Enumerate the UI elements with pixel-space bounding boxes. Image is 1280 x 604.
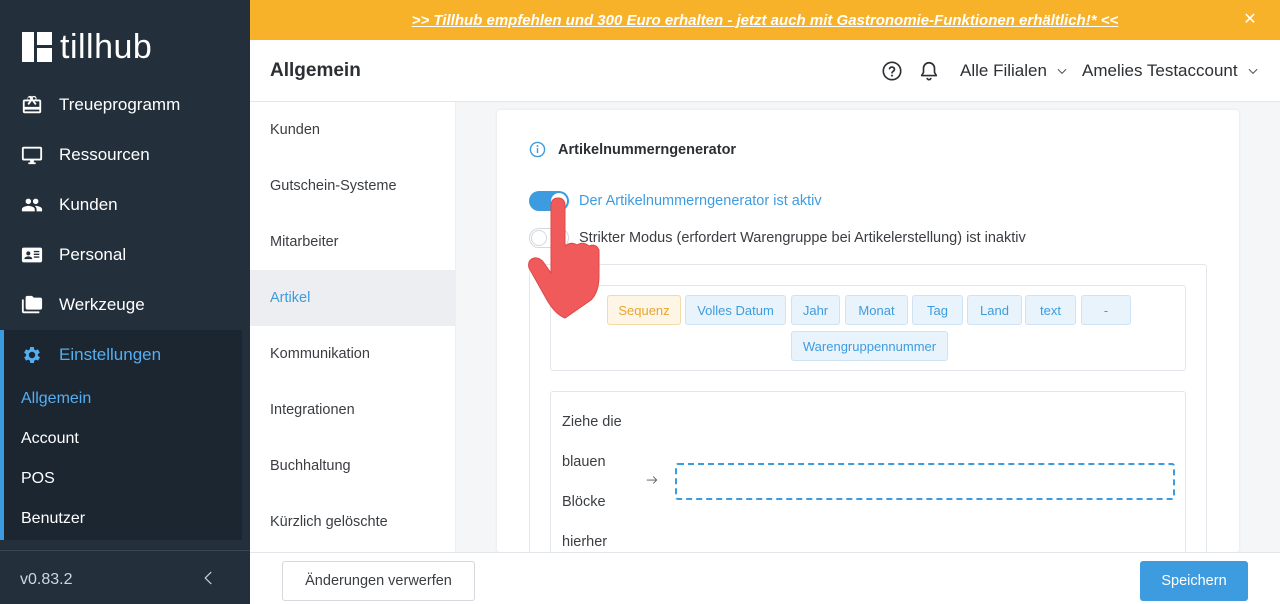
info-icon [529,141,546,158]
pointer-hand-icon [525,196,605,320]
subnav-item-kunden[interactable]: Kunden [250,102,456,158]
folder-icon [20,293,44,317]
sidebar-item-einstellungen[interactable]: Einstellungen [0,330,242,380]
action-footer: Änderungen verwerfen Speichern [250,552,1280,604]
article-number-generator-card: Artikelnummerngenerator Der Artikelnumme… [497,110,1239,564]
account-dropdown-label: Amelies Testaccount [1082,61,1238,80]
promo-banner: >> Tillhub empfehlen und 300 Euro erhalt… [250,0,1280,40]
drop-hint-line: hierher [562,534,608,550]
page-title: Allgemein [270,60,361,81]
branch-dropdown[interactable]: Alle Filialen [960,61,1069,81]
sidebar-item-label: Einstellungen [59,345,162,364]
block-volles-datum[interactable]: Volles Datum [685,295,786,325]
subnav-item-integrationen[interactable]: Integrationen [250,382,456,438]
sidebar-subitem-benutzer[interactable]: Benutzer [21,510,85,528]
version-label: v0.83.2 [20,571,73,588]
sidebar-subitem-pos[interactable]: POS [21,470,55,488]
logo-text: tillhub [60,28,153,66]
block-warengruppennummer[interactable]: Warengruppennummer [791,331,948,361]
drop-hint-line: Blöcke [562,494,606,510]
subnav-item-kuerzlich-geloeschte[interactable]: Kürzlich gelöschte [250,494,456,550]
available-blocks: Sequenz Volles Datum Jahr Monat Tag Land… [550,285,1186,371]
sidebar-footer: v0.83.2 [0,550,250,604]
drop-hint-line: blauen [562,454,606,470]
subnav-item-gutschein-systeme[interactable]: Gutschein-Systeme [250,158,456,214]
sidebar-item-ressourcen[interactable]: Ressourcen [0,130,242,180]
subnav-item-artikel[interactable]: Artikel [250,270,456,326]
save-button[interactable]: Speichern [1140,561,1248,601]
drop-area: Ziehe die blauen Blöcke hierher [550,391,1186,561]
block-land[interactable]: Land [967,295,1022,325]
page-header: Allgemein Alle Filialen Amelies Testacco… [250,40,1280,102]
bell-icon[interactable] [918,60,940,82]
sidebar: tillhub Treueprogramm Ressourcen Kunden … [0,0,250,604]
generator-active-label: Der Artikelnummerngenerator ist aktiv [579,193,822,209]
block-dash[interactable]: - [1081,295,1131,325]
chevron-down-icon [1057,68,1067,75]
tillhub-logo[interactable]: tillhub [22,30,152,64]
block-text[interactable]: text [1025,295,1076,325]
branch-dropdown-label: Alle Filialen [960,61,1047,80]
sidebar-item-label: Personal [59,245,127,264]
close-icon[interactable]: ✕ [1240,10,1260,30]
settings-subnav: Kunden Gutschein-Systeme Mitarbeiter Art… [250,102,456,552]
block-jahr[interactable]: Jahr [791,295,840,325]
logo-mark-icon [22,32,52,62]
sidebar-item-kunden[interactable]: Kunden [0,180,242,230]
discard-changes-button[interactable]: Änderungen verwerfen [282,561,475,601]
arrow-right-icon [645,473,659,487]
section-title: Artikelnummerngenerator [529,141,736,158]
sidebar-item-treueprogramm[interactable]: Treueprogramm [0,80,242,130]
sidebar-item-werkzeuge[interactable]: Werkzeuge [0,280,242,330]
account-dropdown[interactable]: Amelies Testaccount [1082,61,1260,81]
sidebar-item-label: Ressourcen [59,145,150,164]
chevron-left-icon[interactable] [200,569,220,589]
sidebar-subitem-allgemein[interactable]: Allgemein [21,390,91,408]
block-tag[interactable]: Tag [912,295,963,325]
subnav-item-mitarbeiter[interactable]: Mitarbeiter [250,214,456,270]
drop-hint-line: Ziehe die [562,414,622,430]
gift-card-icon [20,93,44,117]
sidebar-item-label: Treueprogramm [59,95,181,114]
sidebar-subitem-account[interactable]: Account [21,430,79,448]
sidebar-item-personal[interactable]: Personal [0,230,242,280]
strict-mode-label: Strikter Modus (erfordert Warengruppe be… [579,230,1026,246]
sidebar-item-label: Werkzeuge [59,295,145,314]
help-icon[interactable] [881,60,903,82]
promo-link[interactable]: >> Tillhub empfehlen und 300 Euro erhalt… [412,12,1119,29]
sidebar-item-label: Kunden [59,195,118,214]
monitor-icon [20,143,44,167]
section-title-text: Artikelnummerngenerator [558,141,737,158]
block-sequenz[interactable]: Sequenz [607,295,681,325]
gear-icon [20,343,44,367]
subnav-item-kommunikation[interactable]: Kommunikation [250,326,456,382]
id-card-icon [20,243,44,267]
block-monat[interactable]: Monat [845,295,908,325]
chevron-down-icon [1248,68,1258,75]
people-icon [20,193,44,217]
subnav-item-buchhaltung[interactable]: Buchhaltung [250,438,456,494]
block-dropzone[interactable] [675,463,1175,500]
